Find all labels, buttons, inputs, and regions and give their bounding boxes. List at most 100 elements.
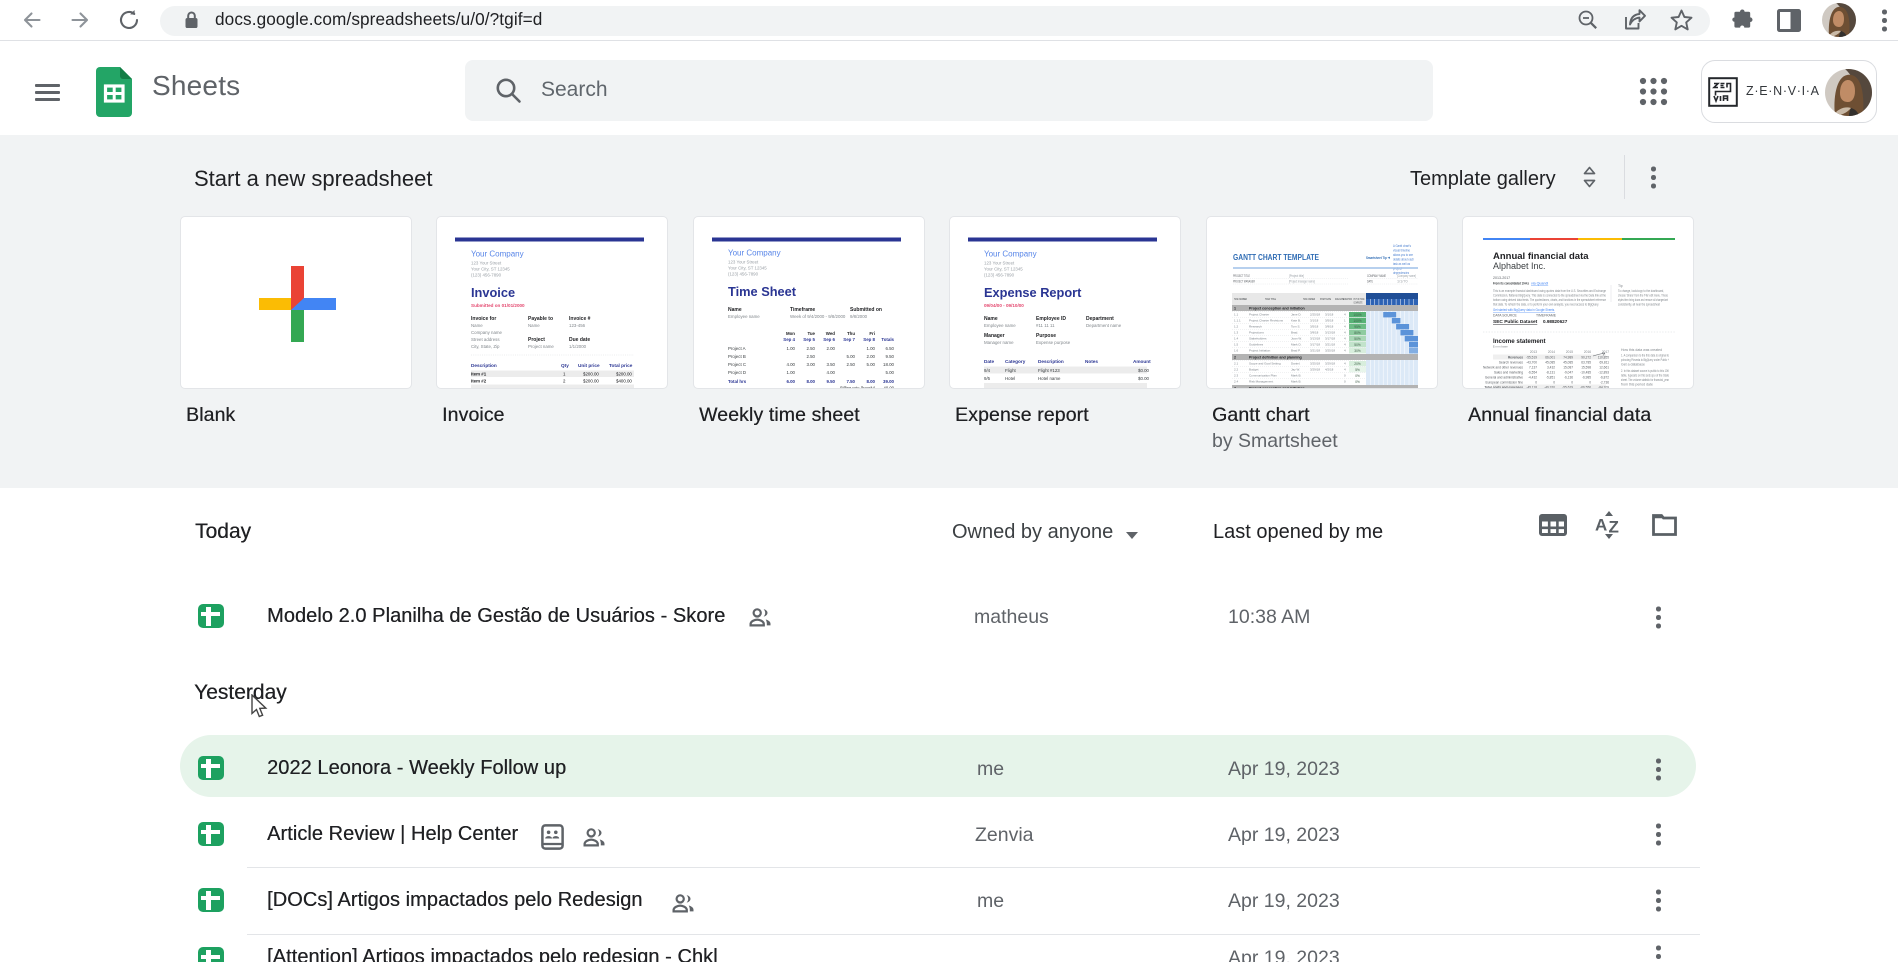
svg-text:5%: 5% [1355, 368, 1360, 372]
svg-text:European commission fine: European commission fine [1485, 381, 1523, 385]
svg-text:2014: 2014 [1548, 350, 1555, 354]
svg-text:Mark D.: Mark D. [1291, 343, 1302, 347]
svg-text:Jane D.: Jane D. [1291, 313, 1302, 317]
svg-text:Project conception and initiat: Project conception and initiation [1249, 387, 1305, 390]
svg-text:7,137: 7,137 [1529, 366, 1537, 370]
svg-text:8.00: 8.00 [806, 379, 815, 384]
svg-text:2.50: 2.50 [806, 346, 815, 351]
svg-text:via Quandl: via Quandl [1531, 282, 1548, 286]
svg-text:8.00: 8.00 [866, 379, 875, 384]
svg-text:PCT OF TASK: PCT OF TASK [1354, 297, 1365, 301]
svg-text:GANTT CHART TEMPLATE: GANTT CHART TEMPLATE [1233, 253, 1319, 262]
svg-text:Risk Management: Risk Management [1249, 380, 1273, 384]
svg-text:Your City, ST 12345: Your City, ST 12345 [471, 267, 510, 272]
svg-text:-49,320: -49,320 [1544, 386, 1555, 390]
svg-text:visual timeline: visual timeline [1393, 249, 1410, 253]
svg-text:Manager: Manager [984, 333, 1005, 339]
svg-text:45,085: 45,085 [1563, 361, 1573, 365]
svg-text:Sep 6: Sep 6 [823, 337, 835, 342]
svg-text:9/4: 9/4 [984, 368, 991, 373]
svg-text:2: 2 [1234, 356, 1236, 360]
svg-text:Time Sheet: Time Sheet [728, 284, 797, 299]
svg-text:3/13/18: 3/13/18 [1325, 331, 1335, 335]
svg-text:City, State, Zip: City, State, Zip [471, 344, 500, 349]
svg-text:-12,893: -12,893 [1598, 371, 1609, 375]
svg-text:4: 4 [1344, 349, 1346, 353]
svg-text:table, typesets on this sets s: table, typesets on this sets spu of the … [1621, 374, 1669, 378]
svg-text:TASK NUMBER: TASK NUMBER [1234, 297, 1247, 301]
svg-text:allows you to see: allows you to see [1393, 253, 1413, 257]
svg-text:3,432: 3,432 [1547, 366, 1555, 370]
svg-text:Your City, ST 12345: Your City, ST 12345 [728, 266, 767, 271]
svg-text:-2,736: -2,736 [1600, 381, 1609, 385]
svg-text:09/04/00 - 09/10/00: 09/04/00 - 09/10/00 [984, 303, 1024, 308]
svg-text:0: 0 [1344, 374, 1346, 378]
svg-text:74,989: 74,989 [1563, 356, 1573, 360]
svg-text:Manager name: Manager name [984, 340, 1014, 345]
svg-text:DATE: DATE [1367, 280, 1373, 284]
svg-text:18.00: 18.00 [883, 362, 895, 367]
svg-text:-4,432: -4,432 [1528, 376, 1537, 380]
svg-text:1.5: 1.5 [1234, 343, 1239, 347]
svg-text:2.50: 2.50 [806, 354, 815, 359]
svg-text:Scope and Goal Setting: Scope and Goal Setting [1249, 362, 1281, 366]
svg-text:1.2: 1.2 [1234, 325, 1239, 329]
svg-text:Mark B.: Mark B. [1291, 380, 1302, 384]
svg-text:Total costs and expenses: Total costs and expenses [1484, 386, 1523, 390]
svg-text:-6,136: -6,136 [1564, 376, 1573, 380]
svg-text:Tue: Tue [808, 331, 816, 336]
svg-text:0%: 0% [1355, 380, 1360, 384]
svg-text:3/29/18: 3/29/18 [1310, 368, 1320, 372]
svg-text:Billing rate (hourly): Billing rate (hourly) [840, 386, 876, 390]
svg-text:From its consolidated 10-Ks: From its consolidated 10-Ks [1493, 282, 1529, 286]
svg-text:5.00: 5.00 [866, 362, 875, 367]
svg-text:3/17/18: 3/17/18 [1310, 343, 1320, 347]
svg-text:Total hrs: Total hrs [728, 379, 747, 384]
svg-text:Due date: Due date [569, 337, 590, 343]
svg-text:Your Company: Your Company [984, 250, 1037, 259]
svg-text:1: 1 [1234, 307, 1236, 311]
svg-text:Project B: Project B [728, 354, 746, 359]
svg-text:0.98820627: 0.98820627 [1543, 319, 1568, 324]
svg-text:6.00: 6.00 [786, 379, 795, 384]
svg-text:A: A [1595, 516, 1607, 535]
svg-text:Employee name: Employee name [984, 323, 1016, 328]
svg-text:-6,554: -6,554 [1528, 371, 1537, 375]
svg-text:Project Charter: Project Charter [1249, 313, 1269, 317]
svg-text:-6,985: -6,985 [1582, 376, 1591, 380]
svg-text:4: 4 [1344, 313, 1346, 317]
svg-text:1/1/2000: 1/1/2000 [569, 344, 587, 349]
svg-text:100%: 100% [1353, 319, 1361, 323]
svg-text:Project conception and initiat: Project conception and initiation [1249, 307, 1305, 311]
svg-text:1/1/70: 1/1/70 [1397, 280, 1408, 284]
svg-text:Company name: Company name [471, 330, 503, 335]
svg-text:[Project manager name]: [Project manager name] [1289, 280, 1315, 284]
svg-text:-84,709: -84,709 [1598, 386, 1609, 390]
svg-text:Smartsheet Tip ➜: Smartsheet Tip ➜ [1366, 256, 1391, 260]
svg-text:$0.00: $0.00 [1138, 376, 1150, 381]
svg-text:5.00: 5.00 [846, 354, 855, 359]
svg-text:Project A: Project A [728, 346, 746, 351]
svg-text:Mark B.: Mark B. [1291, 374, 1302, 378]
svg-text:Tip: Tip [1618, 284, 1623, 288]
svg-text:0: 0 [1589, 381, 1591, 385]
svg-text:Department name: Department name [1086, 323, 1122, 328]
svg-text:(123) 456-7890: (123) 456-7890 [984, 273, 1015, 278]
svg-text:3.00: 3.00 [806, 362, 815, 367]
svg-text:Project name: Project name [528, 344, 554, 349]
svg-text:Date: Date [984, 359, 995, 364]
svg-text:Search revenues: Search revenues [1499, 361, 1524, 365]
svg-text:4/2/18: 4/2/18 [1325, 368, 1334, 372]
svg-text:3/5/18: 3/5/18 [1310, 325, 1319, 329]
svg-text:0: 0 [1571, 381, 1573, 385]
svg-text:2.50: 2.50 [846, 362, 855, 367]
svg-text:2: 2 [563, 379, 566, 384]
svg-text:4: 4 [1344, 362, 1346, 366]
svg-text:Revenues: Revenues [1508, 356, 1523, 360]
svg-text:4.00: 4.00 [786, 362, 795, 367]
svg-text:2.2: 2.2 [1234, 368, 1239, 372]
svg-text:Item #1: Item #1 [471, 372, 487, 377]
svg-text:Fri: Fri [869, 331, 875, 336]
svg-text:-8,131: -8,131 [1546, 371, 1555, 375]
svg-text:3/25/18: 3/25/18 [1325, 349, 1335, 353]
